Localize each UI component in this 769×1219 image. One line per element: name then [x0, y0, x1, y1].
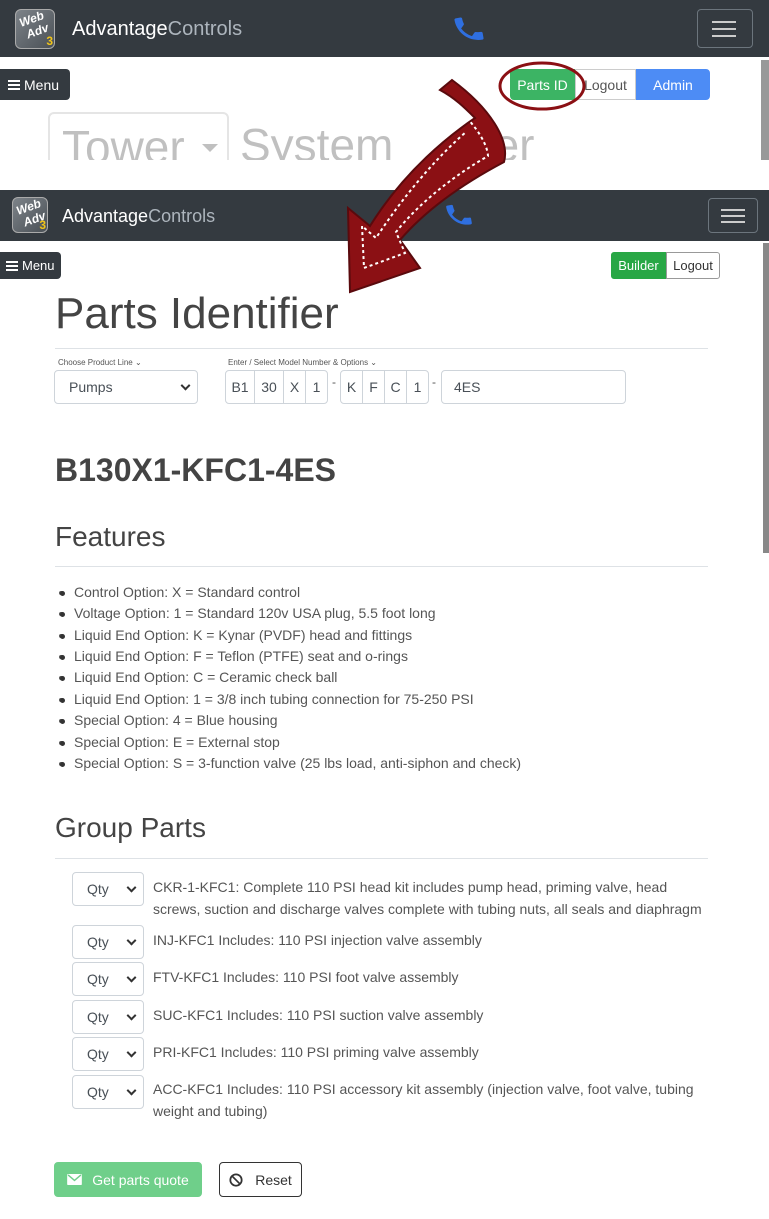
curved-arrow-annotation — [346, 78, 506, 294]
highlight-circle — [498, 61, 586, 111]
annotation-overlay — [346, 61, 586, 294]
